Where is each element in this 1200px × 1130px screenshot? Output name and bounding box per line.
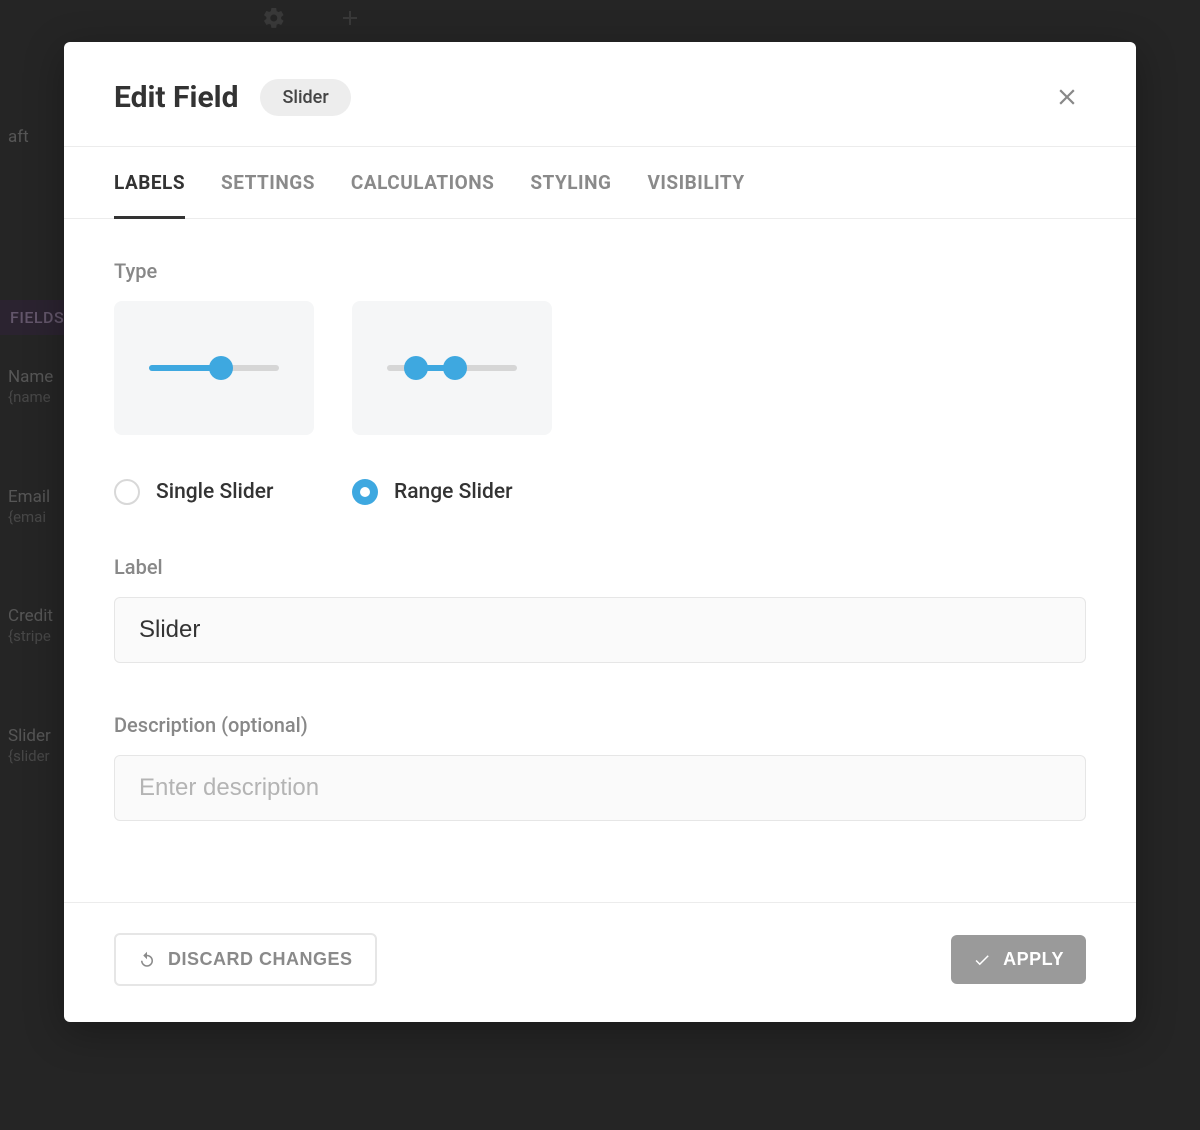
label-input[interactable] xyxy=(114,597,1086,663)
radio-single-slider[interactable]: Single Slider xyxy=(114,479,314,505)
modal-body: Type Single Slider Range Slider xyxy=(64,219,1136,902)
tab-calculations[interactable]: CALCULATIONS xyxy=(351,147,494,218)
label-section-label: Label xyxy=(114,555,1086,579)
edit-field-modal: Edit Field Slider LABELS SETTINGS CALCUL… xyxy=(64,42,1136,1022)
modal-title: Edit Field xyxy=(114,80,238,115)
description-input[interactable] xyxy=(114,755,1086,821)
type-card-range[interactable] xyxy=(352,301,552,435)
modal-tabs: LABELS SETTINGS CALCULATIONS STYLING VIS… xyxy=(64,146,1136,219)
description-section-label: Description (optional) xyxy=(114,713,1086,737)
tab-visibility[interactable]: VISIBILITY xyxy=(647,147,744,218)
tab-labels[interactable]: LABELS xyxy=(114,147,185,218)
modal-header: Edit Field Slider xyxy=(64,42,1136,146)
single-slider-icon xyxy=(149,356,279,380)
range-slider-icon xyxy=(387,356,517,380)
check-icon xyxy=(973,951,991,969)
tab-settings[interactable]: SETTINGS xyxy=(221,147,315,218)
type-section-label: Type xyxy=(114,259,1086,283)
radio-single-label: Single Slider xyxy=(156,480,273,504)
description-field-group: Description (optional) xyxy=(114,713,1086,821)
close-icon xyxy=(1054,84,1080,110)
tab-styling[interactable]: STYLING xyxy=(530,147,611,218)
undo-icon xyxy=(138,951,156,969)
field-type-badge: Slider xyxy=(260,79,350,116)
close-button[interactable] xyxy=(1048,78,1086,116)
discard-label: DISCARD CHANGES xyxy=(168,949,353,970)
radio-range-slider[interactable]: Range Slider xyxy=(352,479,552,505)
modal-footer: DISCARD CHANGES APPLY xyxy=(64,902,1136,1022)
radio-range-label: Range Slider xyxy=(394,480,513,504)
radio-icon xyxy=(114,479,140,505)
type-card-single[interactable] xyxy=(114,301,314,435)
apply-label: APPLY xyxy=(1003,949,1064,970)
type-radio-row: Single Slider Range Slider xyxy=(114,479,1086,505)
discard-button[interactable]: DISCARD CHANGES xyxy=(114,933,377,986)
apply-button[interactable]: APPLY xyxy=(951,935,1086,984)
type-options xyxy=(114,301,1086,435)
radio-icon xyxy=(352,479,378,505)
label-field-group: Label xyxy=(114,555,1086,663)
